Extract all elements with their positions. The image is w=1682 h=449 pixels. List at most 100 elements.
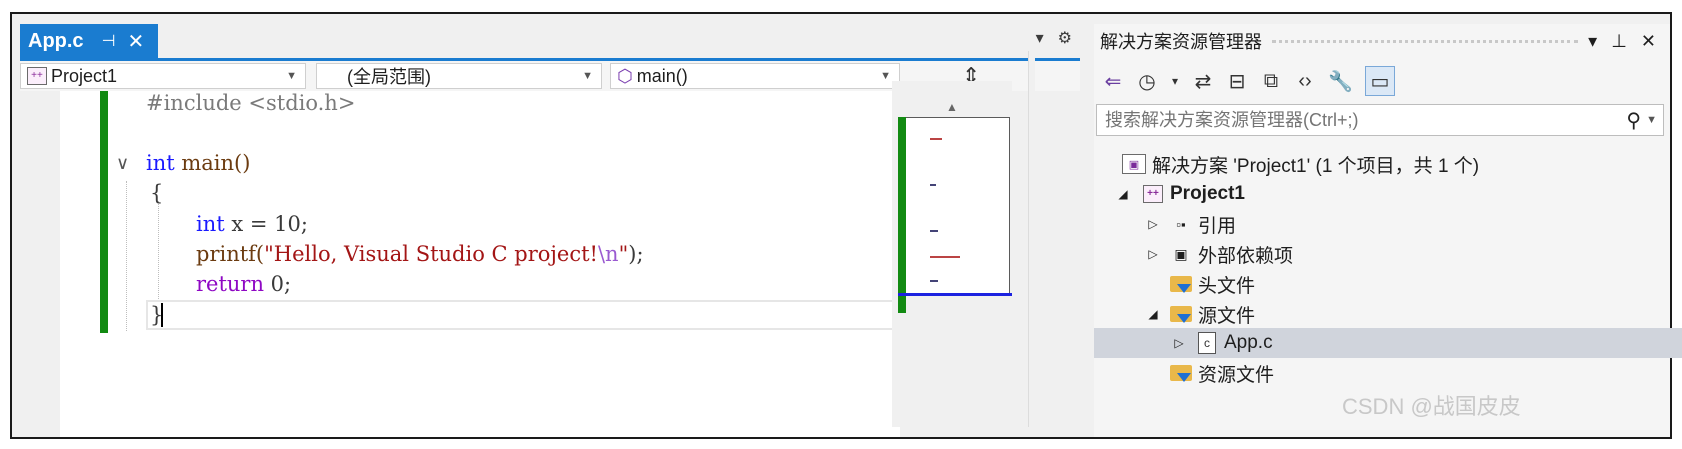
collapse-triangle-icon[interactable]: ◢ bbox=[1144, 307, 1162, 321]
member-dropdown-label: main() bbox=[636, 65, 688, 86]
current-line-highlight bbox=[146, 300, 900, 330]
settings-gear-icon[interactable]: ⚙ bbox=[1058, 28, 1072, 48]
view-code-icon[interactable]: ‹› bbox=[1294, 67, 1316, 95]
collapse-triangle-icon[interactable]: ◢ bbox=[1114, 187, 1132, 201]
external-dependencies-icon: ▣ bbox=[1174, 245, 1188, 262]
minimap-code-mark bbox=[930, 280, 938, 282]
minimap-position-line bbox=[898, 293, 1012, 296]
project-glyph: ++ bbox=[1143, 185, 1163, 203]
tab-dropdown-icon[interactable]: ▾ bbox=[1036, 28, 1044, 48]
references-icon: ▫▪ bbox=[1176, 216, 1186, 232]
minimap-change-bar bbox=[898, 117, 906, 313]
show-all-files-icon[interactable]: ⧉ bbox=[1260, 67, 1282, 95]
minimap-code-mark bbox=[930, 138, 942, 140]
keyword: int bbox=[196, 212, 225, 236]
tree-node-headers[interactable]: 头文件 bbox=[1094, 269, 1682, 299]
scroll-up-arrow-icon[interactable]: ▲ bbox=[946, 100, 958, 114]
minimap-code-mark bbox=[930, 184, 936, 186]
statement-end: ); bbox=[628, 242, 644, 266]
tree-node-solution[interactable]: ▣ 解决方案 'Project1' (1 个项目，共 1 个) bbox=[1094, 149, 1682, 179]
folder-glyph bbox=[1170, 306, 1192, 323]
string-literal: "Hello, Visual Studio C project! bbox=[264, 242, 598, 266]
code-line-printf: printf("Hello, Visual Studio C project!\… bbox=[196, 239, 644, 269]
editor-tabstrip: App.c ⊣ ✕ ▾ ⚙ bbox=[20, 24, 1080, 58]
keyword: return bbox=[196, 272, 264, 296]
solution-explorer-toolbar: ⇐ ◷ ▾ ⇄ ⊟ ⧉ ‹› 🔧 ▭ bbox=[1094, 62, 1678, 100]
properties-wrench-icon[interactable]: 🔧 bbox=[1328, 67, 1353, 95]
escape-sequence: \n bbox=[597, 242, 619, 266]
tree-node-label: 解决方案 'Project1' (1 个项目，共 1 个) bbox=[1152, 155, 1480, 177]
minimap-code-mark bbox=[930, 256, 960, 258]
close-icon[interactable]: ✕ bbox=[128, 29, 145, 54]
tree-node-label: 源文件 bbox=[1198, 305, 1256, 327]
chevron-down-icon: ▼ bbox=[880, 70, 891, 82]
history-dropdown-icon[interactable]: ▾ bbox=[1170, 67, 1180, 95]
solution-search-input[interactable] bbox=[1097, 108, 1607, 132]
fold-chevron-icon[interactable]: ∨ bbox=[116, 153, 129, 174]
tree-node-external-deps[interactable]: ▷ ▣ 外部依赖项 bbox=[1094, 239, 1682, 269]
project-icon: ++ bbox=[27, 67, 47, 85]
minimap-code-mark bbox=[930, 230, 938, 232]
cube-icon: ⬡ bbox=[617, 65, 633, 86]
solution-search-box[interactable]: ⚲ ▼ bbox=[1096, 104, 1664, 136]
ide-window: App.c ⊣ ✕ ▾ ⚙ ++ Project1 ▼ (全局范围) ▼ ⬡ m bbox=[10, 12, 1682, 439]
expand-triangle-icon[interactable]: ▷ bbox=[1144, 217, 1162, 231]
panel-dropdown-icon[interactable]: ▾ bbox=[1588, 31, 1597, 52]
tree-node-resources[interactable]: 资源文件 bbox=[1094, 358, 1682, 388]
panel-title: 解决方案资源管理器 bbox=[1100, 32, 1262, 52]
title-grip[interactable] bbox=[1272, 39, 1579, 43]
code-line-include: #include <stdio.h> bbox=[146, 88, 355, 118]
include-directive: #include <stdio.h> bbox=[146, 91, 356, 115]
change-tracking-bar bbox=[100, 91, 108, 333]
c-file-icon: c bbox=[1196, 332, 1218, 354]
search-icon[interactable]: ⚲ bbox=[1626, 108, 1641, 133]
tree-node-label: Project1 bbox=[1170, 183, 1245, 204]
solution-icon: ▣ bbox=[1122, 154, 1146, 174]
sync-active-document-icon[interactable]: ⇐ bbox=[1102, 67, 1124, 95]
pin-icon[interactable]: ⊣ bbox=[102, 31, 116, 51]
string-literal: " bbox=[618, 242, 629, 266]
filter-folder-icon bbox=[1170, 304, 1192, 324]
tree-node-sources[interactable]: ◢ 源文件 bbox=[1094, 299, 1682, 329]
tree-node-references[interactable]: ▷ ▫▪ 引用 bbox=[1094, 209, 1682, 239]
line-gutter bbox=[20, 91, 60, 437]
code-line-main: int main() bbox=[146, 148, 250, 178]
tree-node-label: 引用 bbox=[1198, 215, 1237, 237]
tree-node-label: 外部依赖项 bbox=[1198, 245, 1294, 267]
close-icon[interactable]: ✕ bbox=[1641, 31, 1656, 52]
function-name: main() bbox=[174, 151, 251, 175]
tree-node-app-c[interactable]: ▷ c App.c bbox=[1094, 328, 1682, 358]
search-options-dropdown-icon[interactable]: ▼ bbox=[1646, 114, 1657, 126]
tree-node-label: 头文件 bbox=[1198, 275, 1256, 297]
code-text-area[interactable]: ∨ #include <stdio.h> int main() { int x … bbox=[20, 91, 900, 437]
pin-icon[interactable]: ⊥ bbox=[1611, 31, 1627, 52]
keyword: int bbox=[146, 151, 175, 175]
preview-selected-icon[interactable]: ▭ bbox=[1364, 66, 1395, 96]
filter-folder-icon bbox=[1170, 274, 1192, 294]
tree-node-label: App.c bbox=[1224, 332, 1273, 353]
watermark-text: CSDN @战国皮皮 bbox=[1342, 394, 1521, 419]
member-dropdown[interactable]: ⬡ main() ▼ bbox=[610, 63, 900, 89]
minimap-viewport[interactable] bbox=[898, 117, 1010, 295]
indent-guide bbox=[126, 181, 128, 331]
project-dropdown[interactable]: ++ Project1 ▼ bbox=[20, 63, 306, 89]
code-line-open-brace: { bbox=[150, 178, 163, 208]
tab-app-c[interactable]: App.c ⊣ ✕ bbox=[20, 24, 158, 58]
pane-separator[interactable] bbox=[1028, 51, 1035, 427]
history-icon[interactable]: ◷ bbox=[1136, 67, 1158, 95]
text-caret bbox=[161, 303, 163, 327]
brace: { bbox=[150, 181, 164, 205]
scope-dropdown[interactable]: (全局范围) ▼ bbox=[316, 63, 602, 89]
statement: x = 10; bbox=[224, 212, 308, 236]
expand-triangle-icon[interactable]: ▷ bbox=[1144, 247, 1162, 261]
tab-title: App.c bbox=[28, 29, 84, 52]
folder-glyph bbox=[1170, 365, 1192, 382]
scope-dropdown-label: (全局范围) bbox=[347, 67, 431, 87]
collapse-all-icon[interactable]: ⊟ bbox=[1226, 67, 1248, 95]
sync-icon[interactable]: ⇄ bbox=[1192, 67, 1214, 95]
statement: 0; bbox=[264, 272, 292, 296]
filter-folder-icon bbox=[1170, 363, 1192, 383]
expand-triangle-icon[interactable]: ▷ bbox=[1170, 336, 1188, 350]
code-line-return: return 0; bbox=[196, 269, 291, 299]
tree-node-project[interactable]: ◢ ++ Project1 bbox=[1094, 179, 1682, 209]
